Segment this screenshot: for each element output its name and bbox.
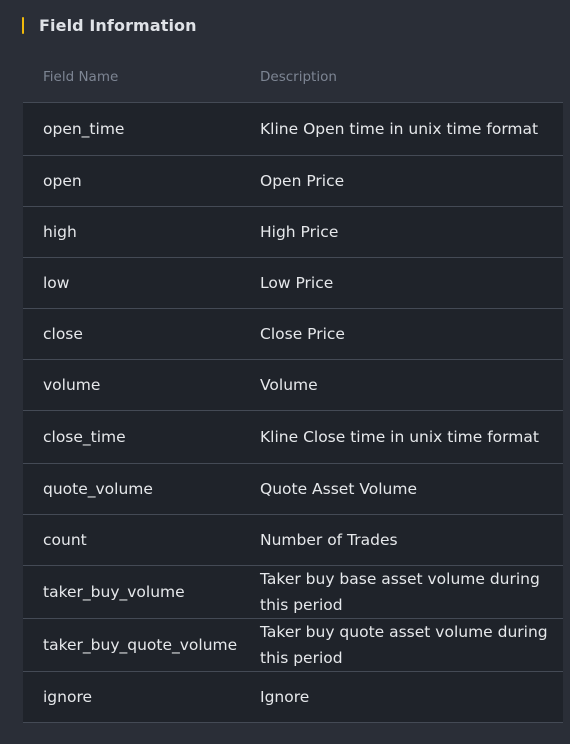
table-row: close Close Price bbox=[23, 309, 563, 360]
field-name-cell: quote_volume bbox=[43, 480, 153, 498]
field-name-cell: volume bbox=[43, 376, 101, 394]
field-name-cell: low bbox=[43, 274, 70, 292]
description-cell: Quote Asset Volume bbox=[260, 480, 417, 498]
table-row: count Number of Trades bbox=[23, 515, 563, 566]
description-cell: Low Price bbox=[260, 274, 334, 292]
field-name-cell: open_time bbox=[43, 120, 125, 138]
table-row: open_time Kline Open time in unix time f… bbox=[23, 103, 563, 156]
table-row: open Open Price bbox=[23, 156, 563, 207]
description-cell: Kline Open time in unix time format bbox=[260, 120, 539, 138]
table-header: Field Name Description bbox=[23, 52, 563, 103]
description-cell: Number of Trades bbox=[260, 531, 398, 549]
field-name-cell: ignore bbox=[43, 688, 93, 706]
description-cell: Volume bbox=[260, 376, 318, 394]
description-cell: Ignore bbox=[260, 688, 310, 706]
section-title: Field Information bbox=[39, 15, 197, 35]
table-row: quote_volume Quote Asset Volume bbox=[23, 464, 563, 515]
field-name-cell: taker_buy_quote_volume bbox=[43, 636, 238, 654]
field-table: Field Name Description open_time Kline O… bbox=[23, 52, 563, 723]
table-row: low Low Price bbox=[23, 258, 563, 309]
field-name-cell: close_time bbox=[43, 428, 126, 446]
description-cell: Taker buy base asset volume during this … bbox=[260, 570, 540, 614]
table-row: taker_buy_volume Taker buy base asset vo… bbox=[23, 566, 563, 619]
description-cell: Open Price bbox=[260, 172, 345, 190]
column-header-description: Description bbox=[260, 69, 337, 85]
description-cell: High Price bbox=[260, 223, 339, 241]
table-row: ignore Ignore bbox=[23, 672, 563, 723]
field-name-cell: taker_buy_volume bbox=[43, 583, 185, 601]
description-cell: Taker buy quote asset volume during this… bbox=[260, 623, 548, 667]
field-name-cell: count bbox=[43, 531, 87, 549]
accent-bar bbox=[22, 16, 24, 34]
table-row: high High Price bbox=[23, 207, 563, 258]
section-header: Field Information bbox=[22, 14, 197, 36]
description-cell: Close Price bbox=[260, 325, 345, 343]
table-row: volume Volume bbox=[23, 360, 563, 411]
table-row: taker_buy_quote_volume Taker buy quote a… bbox=[23, 619, 563, 672]
field-name-cell: high bbox=[43, 223, 77, 241]
table-row: close_time Kline Close time in unix time… bbox=[23, 411, 563, 464]
field-name-cell: close bbox=[43, 325, 83, 343]
field-name-cell: open bbox=[43, 172, 82, 190]
column-header-field-name: Field Name bbox=[43, 69, 119, 85]
description-cell: Kline Close time in unix time format bbox=[260, 428, 539, 446]
